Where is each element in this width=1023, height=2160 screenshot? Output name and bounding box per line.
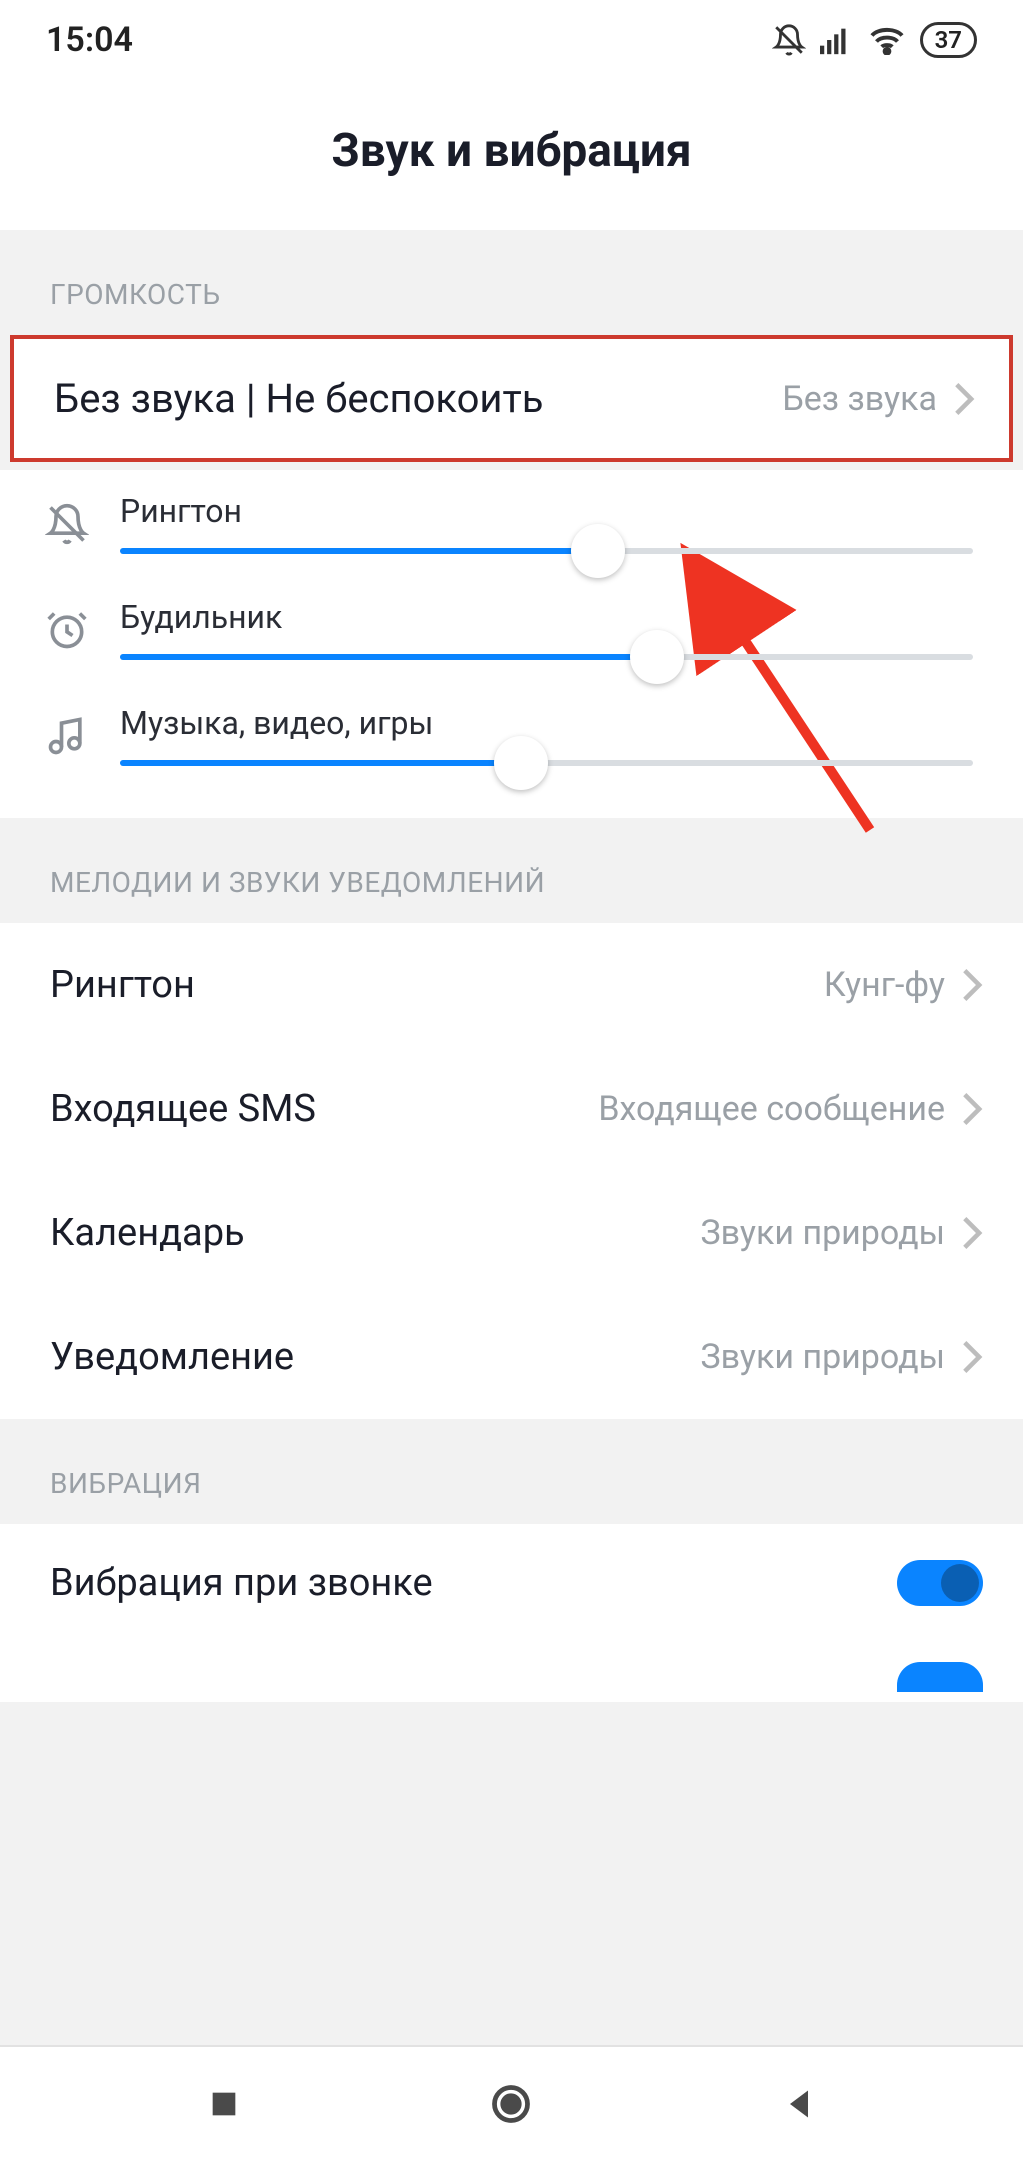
sms-value: Входящее сообщение — [598, 1089, 945, 1129]
media-thumb[interactable] — [494, 736, 548, 790]
chevron-right-icon — [961, 1339, 983, 1375]
bell-muted-icon — [40, 502, 94, 546]
music-note-icon — [40, 714, 94, 758]
notification-row[interactable]: Уведомление Звуки природы — [0, 1295, 1023, 1419]
nav-recent-button[interactable] — [194, 2074, 254, 2134]
alarm-slider[interactable] — [120, 654, 973, 660]
media-slider-label: Музыка, видео, игры — [120, 704, 973, 742]
sms-label: Входящее SMS — [50, 1087, 316, 1131]
partial-toggle-icon — [897, 1662, 983, 1692]
section-melodies: МЕЛОДИИ И ЗВУКИ УВЕДОМЛЕНИЙ — [0, 818, 1023, 923]
battery-percent: 37 — [935, 26, 962, 54]
section-volume: ГРОМКОСТЬ — [0, 230, 1023, 335]
ringtone-row[interactable]: Рингтон Кунг-фу — [0, 923, 1023, 1047]
sms-row[interactable]: Входящее SMS Входящее сообщение — [0, 1047, 1023, 1171]
media-slider-row: Музыка, видео, игры — [0, 682, 1023, 788]
alarm-slider-row: Будильник — [0, 576, 1023, 682]
ringtone-slider[interactable] — [120, 548, 973, 554]
toggle-knob — [941, 1564, 979, 1602]
ringtone-slider-row: Рингтон — [0, 470, 1023, 576]
media-slider[interactable] — [120, 760, 973, 766]
page-title: Звук и вибрация — [0, 124, 1023, 178]
alarm-thumb[interactable] — [630, 630, 684, 684]
nav-back-button[interactable] — [769, 2074, 829, 2134]
status-icons: 37 — [772, 22, 977, 58]
calendar-value: Звуки природы — [700, 1213, 945, 1253]
ringtone-fill — [120, 548, 598, 554]
ringtone-label: Рингтон — [50, 963, 195, 1007]
notification-label: Уведомление — [50, 1335, 294, 1379]
volume-sliders: Рингтон Будильник — [0, 470, 1023, 818]
chevron-right-icon — [961, 1091, 983, 1127]
vibrate-on-call-toggle[interactable] — [897, 1560, 983, 1606]
silent-dnd-value: Без звука — [782, 379, 937, 419]
media-fill — [120, 760, 521, 766]
page-header: Звук и вибрация — [0, 80, 1023, 230]
vibrate-on-call-row[interactable]: Вибрация при звонке — [0, 1524, 1023, 1642]
alarm-slider-label: Будильник — [120, 598, 973, 636]
silent-dnd-label: Без звука | Не беспокоить — [54, 375, 543, 422]
ringtone-thumb[interactable] — [571, 524, 625, 578]
ringtone-value: Кунг-фу — [824, 965, 945, 1005]
vibrate-on-call-label: Вибрация при звонке — [50, 1561, 433, 1605]
chevron-right-icon — [953, 381, 975, 417]
alarm-fill — [120, 654, 657, 660]
status-time: 15:04 — [46, 20, 133, 60]
alarm-clock-icon — [40, 608, 94, 652]
silent-dnd-row[interactable]: Без звука | Не беспокоить Без звука — [10, 335, 1013, 462]
calendar-label: Календарь — [50, 1211, 245, 1255]
notification-value: Звуки природы — [700, 1337, 945, 1377]
content-area: ГРОМКОСТЬ Без звука | Не беспокоить Без … — [0, 230, 1023, 1702]
cellular-signal-icon — [820, 25, 854, 55]
partial-next-row — [0, 1642, 1023, 1702]
nav-home-button[interactable] — [481, 2074, 541, 2134]
device-frame: 15:04 37 Звук и вибрация ГРОМКОСТЬ Без з… — [0, 0, 1023, 2160]
status-bar: 15:04 37 — [0, 0, 1023, 80]
wifi-icon — [868, 25, 906, 55]
nav-bar — [0, 2045, 1023, 2160]
calendar-row[interactable]: Календарь Звуки природы — [0, 1171, 1023, 1295]
chevron-right-icon — [961, 1215, 983, 1251]
battery-indicator: 37 — [920, 22, 977, 58]
ringtone-slider-label: Рингтон — [120, 492, 973, 530]
melody-list: Рингтон Кунг-фу Входящее SMS Входящее со… — [0, 923, 1023, 1419]
chevron-right-icon — [961, 967, 983, 1003]
section-vibration: ВИБРАЦИЯ — [0, 1419, 1023, 1524]
bell-muted-icon — [772, 23, 806, 57]
